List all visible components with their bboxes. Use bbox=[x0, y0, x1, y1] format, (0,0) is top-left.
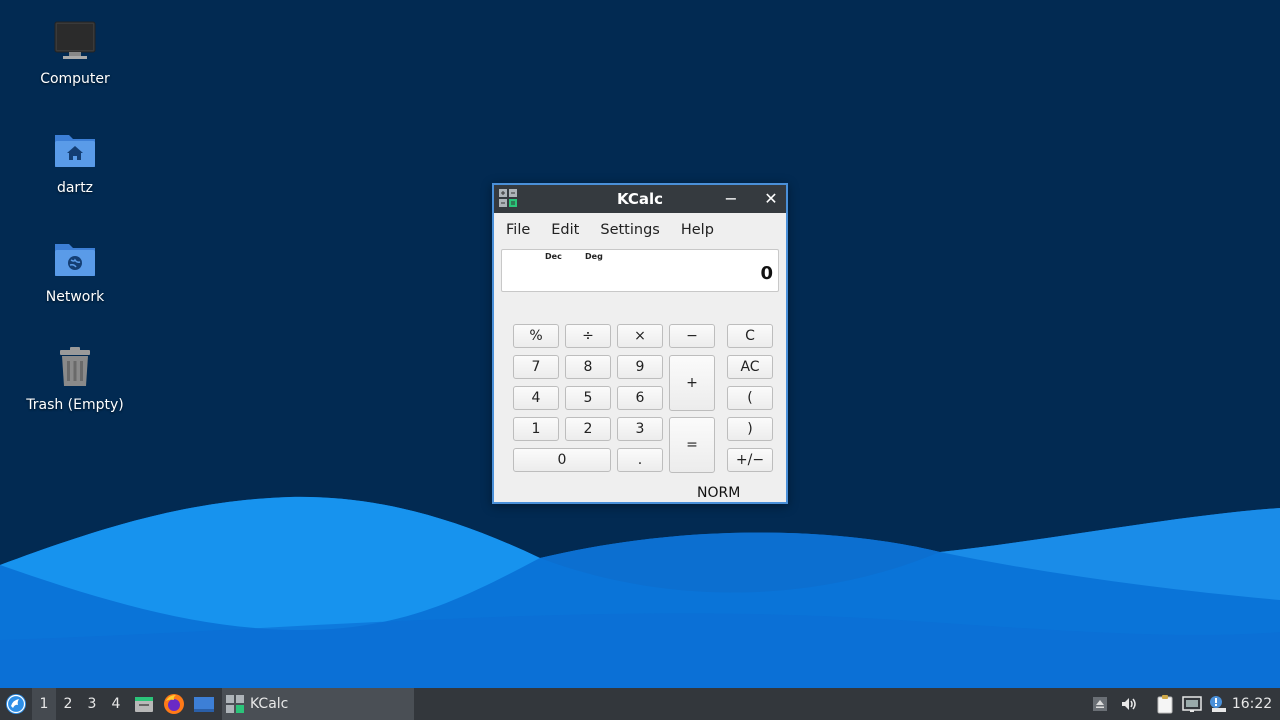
six-key[interactable]: 6 bbox=[617, 386, 663, 410]
network-icon bbox=[1182, 696, 1202, 712]
task-label: KCalc bbox=[250, 696, 289, 712]
lubuntu-logo-icon bbox=[6, 694, 26, 714]
computer-icon bbox=[51, 18, 99, 66]
firefox-launcher[interactable] bbox=[162, 688, 186, 720]
angle-indicator: Deg bbox=[585, 252, 603, 261]
base-indicator: Dec bbox=[545, 252, 562, 261]
clipboard-button[interactable] bbox=[1154, 688, 1176, 720]
file-manager-launcher[interactable] bbox=[132, 688, 156, 720]
minimize-button[interactable]: − bbox=[720, 188, 742, 210]
notification-icon bbox=[1210, 696, 1226, 712]
percent-key[interactable]: % bbox=[513, 324, 559, 348]
desktop-icon-label: dartz bbox=[56, 180, 94, 196]
decimal-key[interactable]: . bbox=[617, 448, 663, 472]
desktop-icon-computer[interactable]: Computer bbox=[15, 18, 135, 88]
kcalc-window: KCalc − ✕ File Edit Settings Help Dec De… bbox=[492, 183, 788, 504]
file-manager-icon bbox=[135, 697, 153, 712]
zero-key[interactable]: 0 bbox=[513, 448, 611, 472]
show-desktop-icon bbox=[194, 697, 214, 712]
status-norm: NORM bbox=[697, 485, 741, 501]
plus-key[interactable]: + bbox=[669, 355, 715, 411]
workspace-4[interactable]: 4 bbox=[104, 688, 128, 720]
window-titlebar[interactable]: KCalc − ✕ bbox=[494, 185, 786, 213]
menu-file[interactable]: File bbox=[498, 218, 538, 242]
desktop-icon-home[interactable]: dartz bbox=[15, 127, 135, 197]
show-desktop-launcher[interactable] bbox=[192, 688, 216, 720]
workspace-2[interactable]: 2 bbox=[56, 688, 80, 720]
multiply-key[interactable]: × bbox=[617, 324, 663, 348]
network-tray-button[interactable] bbox=[1181, 688, 1203, 720]
desktop-icon-network[interactable]: Network bbox=[15, 236, 135, 306]
desktop-icon-label: Network bbox=[45, 289, 105, 305]
open-paren-key[interactable]: ( bbox=[727, 386, 773, 410]
volume-icon bbox=[1122, 698, 1136, 710]
close-button[interactable]: ✕ bbox=[760, 188, 782, 210]
eject-icon bbox=[1093, 697, 1107, 711]
desktop-icon-label: Trash (Empty) bbox=[26, 397, 124, 413]
desktop-icon-trash[interactable]: Trash (Empty) bbox=[15, 344, 135, 414]
menu-settings[interactable]: Settings bbox=[592, 218, 667, 242]
network-folder-icon bbox=[51, 236, 99, 284]
taskbar: 1 2 3 4 KCalc 16:22 bbox=[0, 688, 1280, 720]
start-menu-button[interactable] bbox=[2, 688, 30, 720]
two-key[interactable]: 2 bbox=[565, 417, 611, 441]
display-value: 0 bbox=[760, 263, 773, 284]
sign-key[interactable]: +/− bbox=[727, 448, 773, 472]
menu-bar: File Edit Settings Help bbox=[494, 213, 786, 247]
three-key[interactable]: 3 bbox=[617, 417, 663, 441]
menu-help[interactable]: Help bbox=[673, 218, 722, 242]
workspace-3[interactable]: 3 bbox=[80, 688, 104, 720]
equals-key[interactable]: = bbox=[669, 417, 715, 473]
four-key[interactable]: 4 bbox=[513, 386, 559, 410]
seven-key[interactable]: 7 bbox=[513, 355, 559, 379]
kcalc-icon bbox=[226, 695, 244, 713]
menu-edit[interactable]: Edit bbox=[543, 218, 587, 242]
trash-icon bbox=[51, 344, 99, 392]
nine-key[interactable]: 9 bbox=[617, 355, 663, 379]
minus-key[interactable]: − bbox=[669, 324, 715, 348]
clear-key[interactable]: C bbox=[727, 324, 773, 348]
volume-button[interactable] bbox=[1118, 688, 1140, 720]
all-clear-key[interactable]: AC bbox=[727, 355, 773, 379]
divide-key[interactable]: ÷ bbox=[565, 324, 611, 348]
calculator-display: Dec Deg 0 bbox=[501, 249, 779, 292]
notification-button[interactable] bbox=[1207, 688, 1229, 720]
clock[interactable]: 16:22 bbox=[1232, 688, 1272, 720]
eject-button[interactable] bbox=[1090, 688, 1110, 720]
clipboard-icon bbox=[1157, 695, 1173, 714]
home-folder-icon bbox=[51, 127, 99, 175]
firefox-icon bbox=[164, 694, 184, 714]
desktop-icon-label: Computer bbox=[40, 71, 110, 87]
close-paren-key[interactable]: ) bbox=[727, 417, 773, 441]
eight-key[interactable]: 8 bbox=[565, 355, 611, 379]
five-key[interactable]: 5 bbox=[565, 386, 611, 410]
window-title: KCalc bbox=[616, 190, 664, 208]
workspace-1[interactable]: 1 bbox=[32, 688, 56, 720]
one-key[interactable]: 1 bbox=[513, 417, 559, 441]
task-kcalc[interactable]: KCalc bbox=[222, 688, 414, 720]
